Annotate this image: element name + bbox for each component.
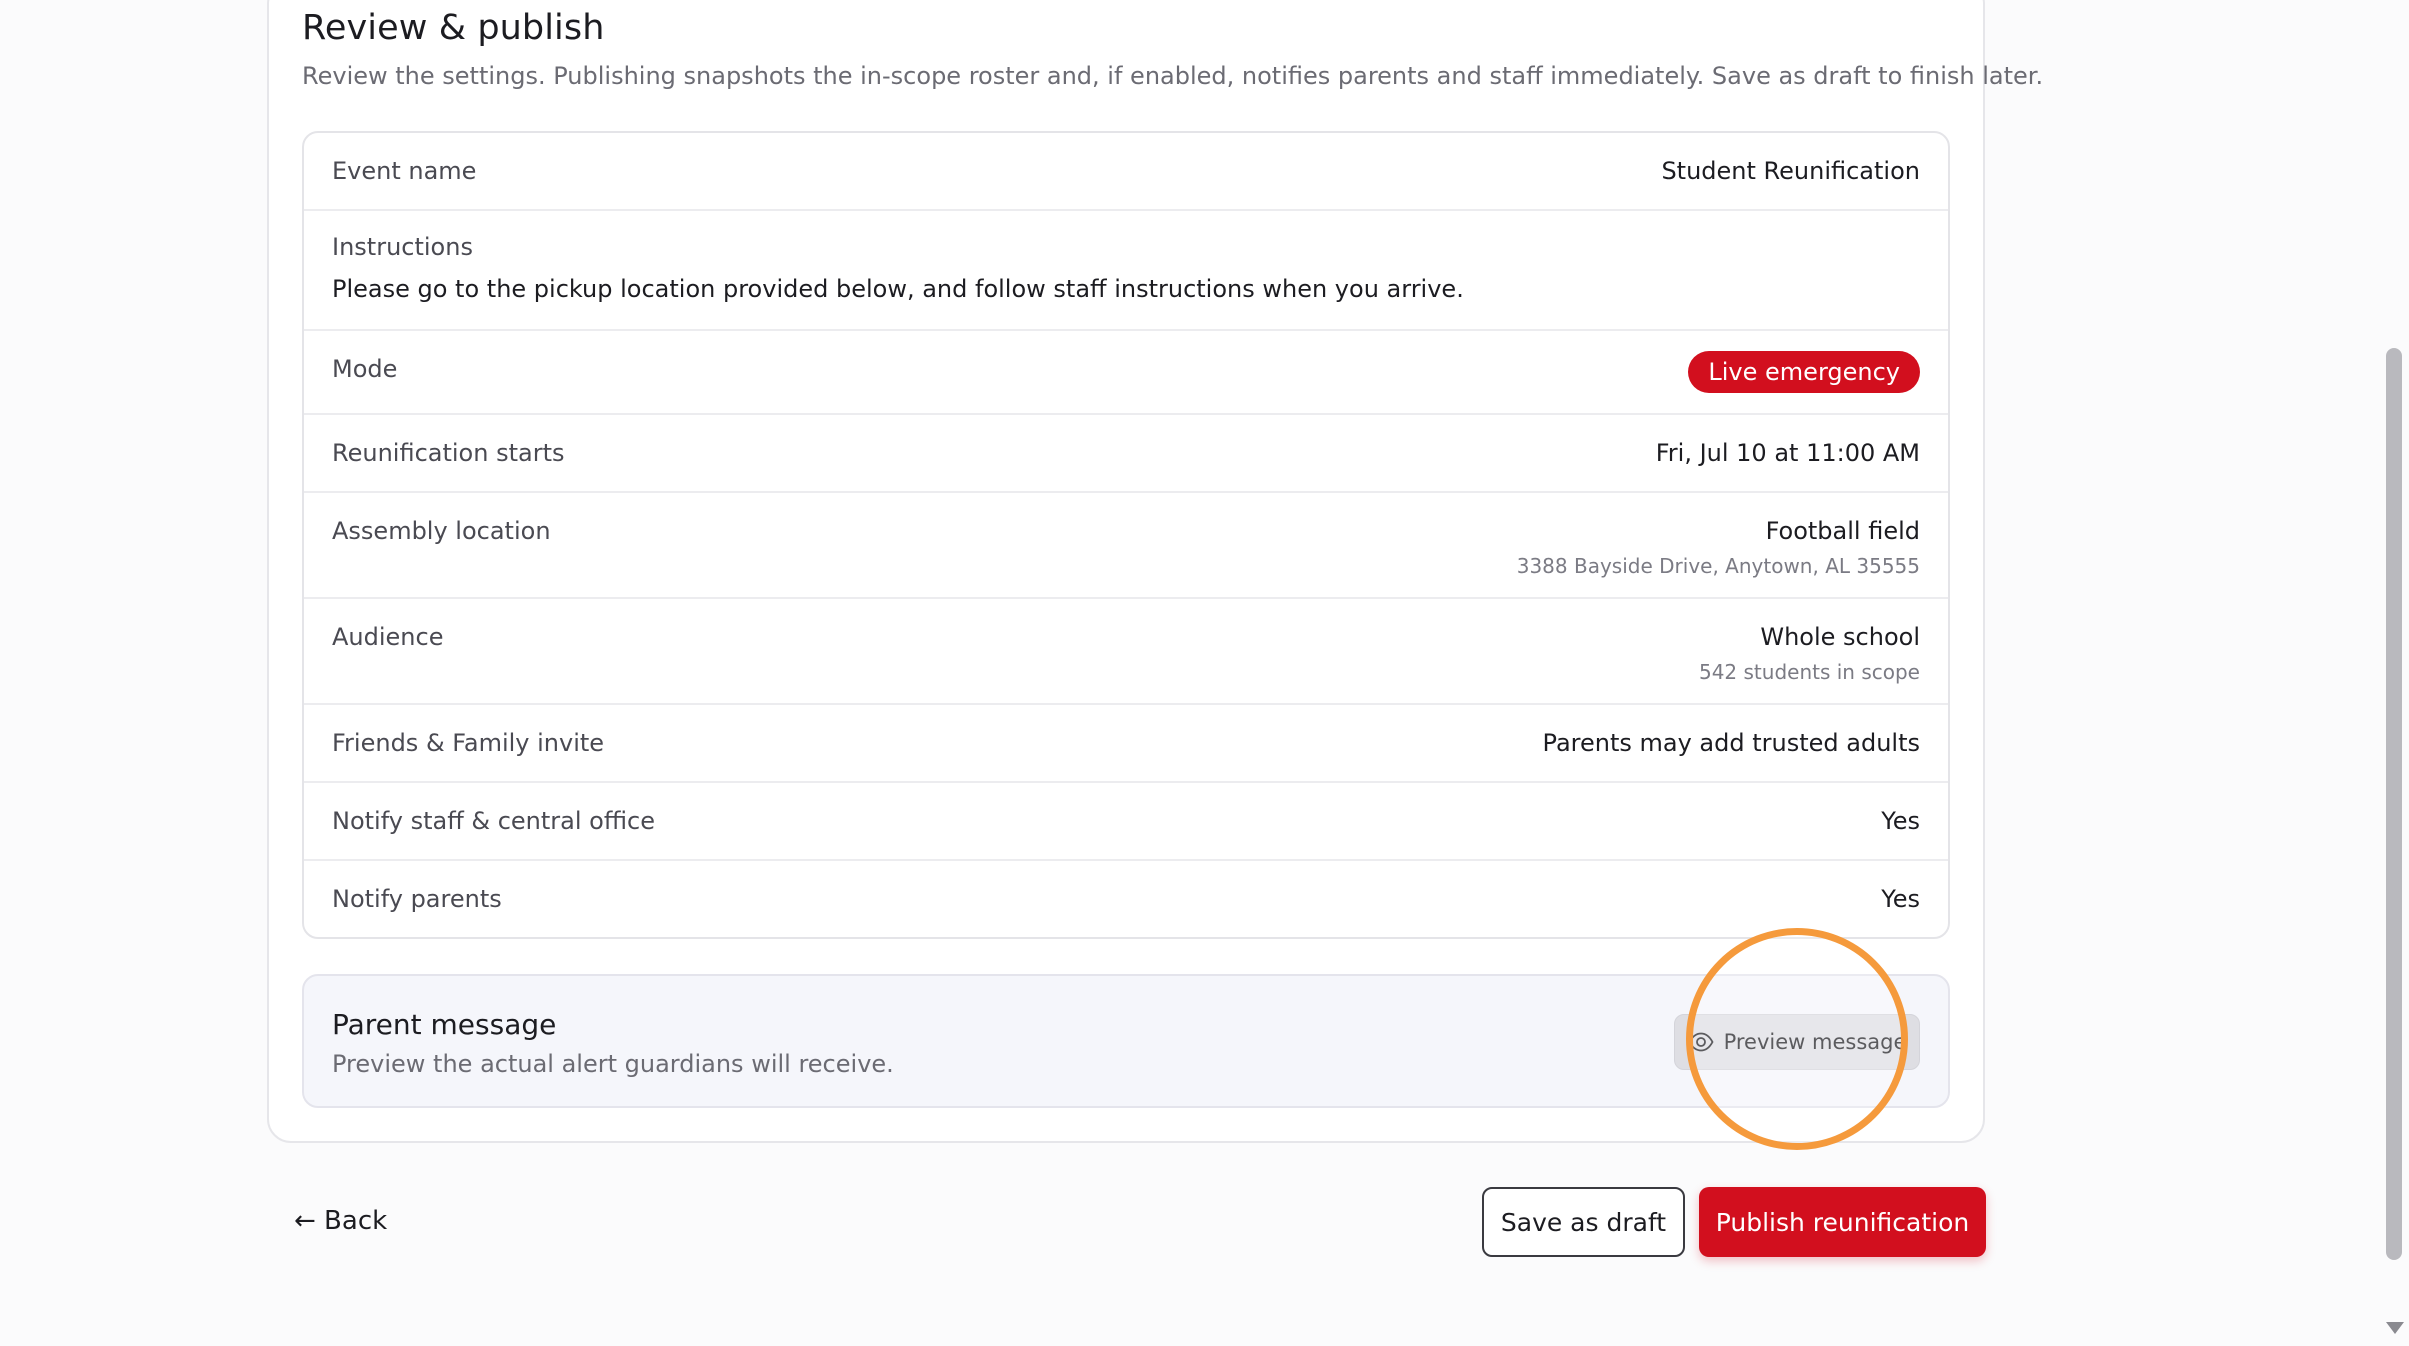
summary-label: Event name bbox=[332, 157, 477, 185]
scroll-down-arrow-icon[interactable] bbox=[2386, 1322, 2404, 1334]
preview-message-label: Preview message bbox=[1723, 1030, 1907, 1054]
summary-label: Assembly location bbox=[332, 517, 551, 545]
summary-value: Yes bbox=[1881, 807, 1920, 835]
summary-label: Reunification starts bbox=[332, 439, 565, 467]
review-publish-page: Review & publish Review the settings. Pu… bbox=[0, 0, 2409, 1346]
location-address: 3388 Bayside Drive, Anytown, AL 35555 bbox=[1516, 554, 1920, 578]
summary-row-notify-staff: Notify staff & central office Yes bbox=[304, 783, 1948, 861]
summary-row-audience: Audience Whole school 542 students in sc… bbox=[304, 599, 1948, 705]
summary-label: Instructions bbox=[332, 233, 473, 261]
summary-label: Notify parents bbox=[332, 885, 502, 913]
summary-row-location: Assembly location Football field 3388 Ba… bbox=[304, 493, 1948, 599]
publish-button[interactable]: Publish reunification bbox=[1699, 1187, 1986, 1257]
save-draft-button[interactable]: Save as draft bbox=[1482, 1187, 1685, 1257]
page-title: Review & publish bbox=[302, 8, 605, 48]
parent-message-description: Preview the actual alert guardians will … bbox=[332, 1050, 894, 1078]
summary-row-event-name: Event name Student Reunification bbox=[304, 133, 1948, 211]
back-button[interactable]: ← Back bbox=[294, 1206, 387, 1236]
summary-label: Friends & Family invite bbox=[332, 729, 605, 757]
summary-label: Mode bbox=[332, 355, 398, 383]
summary-value: Parents may add trusted adults bbox=[1542, 729, 1920, 757]
instructions-text: Please go to the pickup location provide… bbox=[332, 275, 1464, 303]
summary-row-notify-parents: Notify parents Yes bbox=[304, 861, 1948, 937]
summary-value: Fri, Jul 10 at 11:00 AM bbox=[1655, 439, 1920, 467]
eye-icon bbox=[1688, 1032, 1714, 1052]
mode-badge: Live emergency bbox=[1688, 351, 1920, 393]
summary-row-friends-family: Friends & Family invite Parents may add … bbox=[304, 705, 1948, 783]
summary-row-starts: Reunification starts Fri, Jul 10 at 11:0… bbox=[304, 415, 1948, 493]
summary-value: Whole school bbox=[1760, 623, 1920, 651]
settings-summary: Event name Student Reunification Instruc… bbox=[302, 131, 1950, 939]
summary-row-mode: Mode Live emergency bbox=[304, 331, 1948, 415]
summary-row-instructions: Instructions Please go to the pickup loc… bbox=[304, 211, 1948, 331]
page-description: Review the settings. Publishing snapshot… bbox=[302, 62, 2044, 90]
summary-label: Audience bbox=[332, 623, 444, 651]
summary-value: Football field bbox=[1765, 517, 1920, 545]
summary-value: Student Reunification bbox=[1661, 157, 1920, 185]
summary-label: Notify staff & central office bbox=[332, 807, 656, 835]
summary-value: Yes bbox=[1881, 885, 1920, 913]
scrollbar-thumb[interactable] bbox=[2386, 348, 2402, 1260]
audience-count: 542 students in scope bbox=[1698, 660, 1920, 684]
parent-message-title: Parent message bbox=[332, 1008, 557, 1041]
parent-message-card: Parent message Preview the actual alert … bbox=[302, 974, 1950, 1108]
preview-message-button[interactable]: Preview message bbox=[1674, 1014, 1920, 1070]
